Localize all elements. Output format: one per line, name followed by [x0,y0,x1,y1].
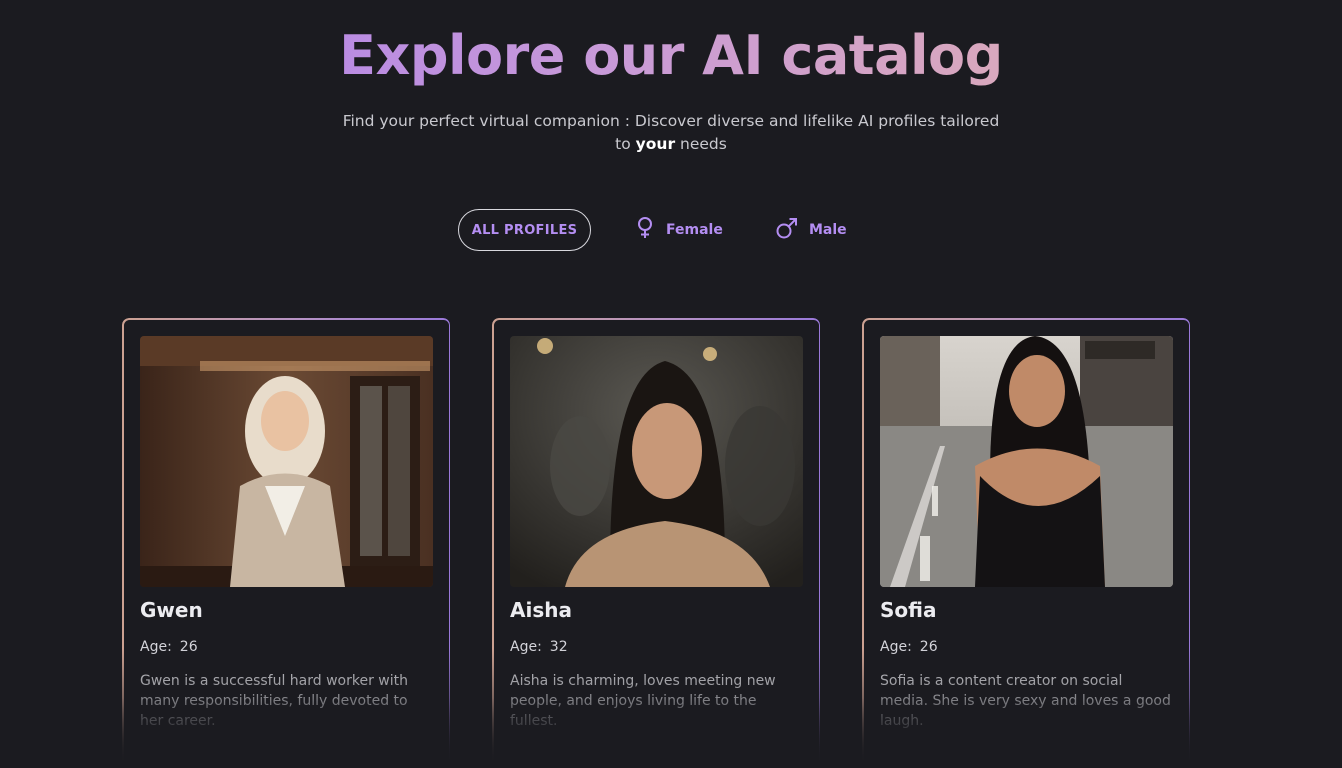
profile-description: Aisha is charming, loves meeting new peo… [510,673,776,729]
mars-icon [775,216,799,244]
profile-age: Age: 32 [510,639,568,655]
page-title: Explore our AI catalog [0,24,1342,87]
filter-female-label: Female [666,222,723,238]
age-label: Age: [880,639,912,655]
profile-description: Sofia is a content creator on social med… [880,673,1171,729]
page-subtitle: Find your perfect virtual companion : Di… [336,110,1006,156]
age-label: Age: [510,639,542,655]
profile-name: Gwen [140,598,203,622]
subtitle-text-end: needs [675,135,727,153]
profile-photo [880,336,1173,587]
profile-photo [510,336,803,587]
filter-male-button[interactable]: Male [775,209,847,251]
filter-all-label: ALL PROFILES [471,222,578,238]
filter-all-profiles-button[interactable]: ALL PROFILES [458,209,591,251]
age-value: 32 [549,639,568,655]
profile-card-aisha[interactable]: Aisha Age: 32 Aisha is charming, loves me… [490,318,822,768]
profile-name: Aisha [510,598,572,622]
filter-female-button[interactable]: Female [634,209,723,251]
profile-card-gwen[interactable]: Gwen Age: 26 Gwen is a successful hard wo… [120,318,452,768]
filter-male-label: Male [809,222,847,238]
profile-photo [140,336,433,587]
profile-age: Age: 26 [140,639,198,655]
venus-icon [634,216,656,244]
age-value: 26 [179,639,198,655]
age-label: Age: [140,639,172,655]
profile-name: Sofia [880,598,937,622]
subtitle-emphasis: your [635,135,676,153]
profile-card-sofia[interactable]: Sofia Age: 26 Sofia is a content creator … [860,318,1192,768]
profile-description: Gwen is a successful hard worker with ma… [140,673,409,729]
age-value: 26 [919,639,938,655]
profile-age: Age: 26 [880,639,938,655]
profile-filter-bar: ALL PROFILES Female Male [0,209,1342,251]
